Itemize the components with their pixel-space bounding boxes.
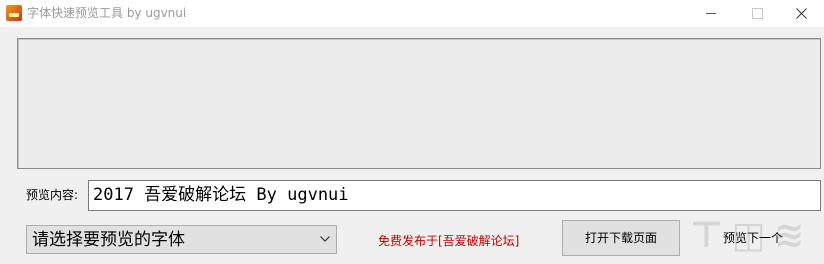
font-select-dropdown[interactable]: 请选择要预览的字体 [26, 225, 337, 254]
font-preview-area [17, 38, 821, 169]
app-window: 字体快速预览工具 by ugvnui 预览内容: 2017 吾爱破解论坛 By … [0, 0, 824, 264]
maximize-button[interactable] [734, 0, 780, 27]
title-bar[interactable]: 字体快速预览工具 by ugvnui [0, 0, 824, 27]
preview-content-input[interactable]: 2017 吾爱破解论坛 By ugvnui [88, 180, 821, 211]
app-icon [6, 5, 22, 21]
free-release-notice: 免费发布于[吾爱破解论坛] [378, 234, 520, 248]
close-button[interactable] [778, 0, 824, 27]
open-download-page-button[interactable]: 打开下载页面 [562, 220, 680, 256]
preview-content-label: 预览内容: [26, 188, 79, 202]
minimize-button[interactable] [688, 0, 734, 27]
font-select-value: 请选择要预览的字体 [32, 230, 185, 250]
close-icon [796, 8, 807, 19]
preview-next-button[interactable]: 预览下一个 [694, 220, 812, 256]
chevron-down-icon [320, 236, 330, 242]
window-title: 字体快速预览工具 by ugvnui [27, 6, 187, 20]
